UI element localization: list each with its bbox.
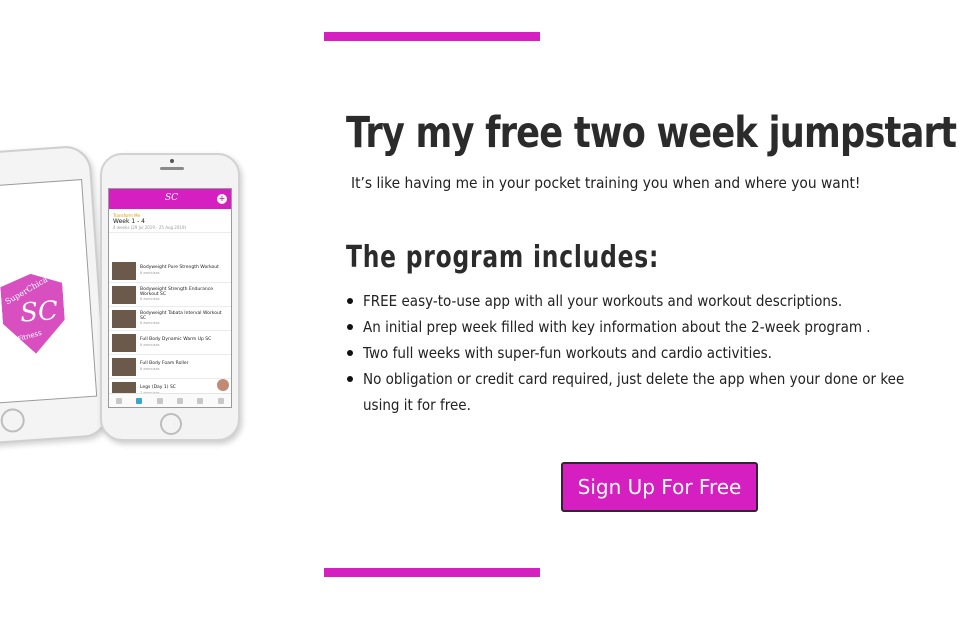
back-phone-home-button: [0, 407, 26, 434]
feature-text: No obligation or credit card required, j…: [363, 370, 905, 388]
workout-name: Bodyweight Strength Endurance Workout SC: [140, 286, 213, 297]
section-title: The program includes:: [346, 240, 660, 275]
camera-icon: [170, 159, 174, 163]
front-phone: SC + Transform Me Week 1 - 4 4 weeks (29…: [100, 153, 240, 441]
workout-sub: 8 exercises: [140, 366, 160, 371]
list-item: Bodyweight Pure Strength Workout 8 exerc…: [109, 259, 231, 283]
back-phone-screen: SuperChica SC Fitness: [0, 179, 98, 407]
tab-icon: [177, 397, 184, 404]
workout-sub: 8 exercises: [140, 321, 160, 326]
speaker-grille: [160, 167, 184, 170]
feature-text: An initial prep week filled with key inf…: [363, 318, 871, 336]
phone-mockup-image: SuperChica SC Fitness SC + Transform Me …: [0, 140, 250, 460]
app-header: SC +: [109, 189, 231, 209]
workout-list: Bodyweight Pure Strength Workout 8 exerc…: [109, 259, 231, 403]
app-screen: SC + Transform Me Week 1 - 4 4 weeks (29…: [108, 188, 232, 408]
workout-thumbnail: [112, 357, 136, 376]
program-week: Week 1 - 4: [113, 218, 145, 225]
workout-name: Bodyweight Tabata Interval Workout SC: [140, 310, 222, 321]
brand-shield-logo: SuperChica SC Fitness: [0, 272, 67, 356]
app-logo: SC: [165, 193, 179, 203]
brand-sub: Fitness: [17, 328, 43, 344]
front-phone-home-button: [160, 413, 182, 435]
sign-up-button[interactable]: Sign Up For Free: [561, 462, 758, 512]
tab-icon: [217, 397, 224, 404]
workout-thumbnail: [112, 333, 136, 352]
list-item: Bodyweight Tabata Interval Workout SC 8 …: [109, 307, 231, 331]
tab-icon: [156, 397, 163, 404]
list-item: An initial prep week filled with key inf…: [347, 314, 960, 340]
feature-text-continued: using it for free.: [363, 396, 471, 414]
page-title: Try my free two week jumpstart!: [346, 108, 960, 158]
feature-text: FREE easy-to-use app with all your worko…: [363, 292, 843, 310]
bottom-accent-divider: [324, 568, 540, 577]
tab-icon: [136, 397, 143, 404]
list-item: Full Body Foam Roller 8 exercises: [109, 355, 231, 379]
app-program-card: Transform Me Week 1 - 4 4 weeks (29 Jul …: [109, 209, 231, 233]
list-item: Two full weeks with super-fun workouts a…: [347, 340, 960, 366]
tab-icon: [116, 397, 123, 404]
tab-icon: [197, 397, 204, 404]
workout-thumbnail: [112, 309, 136, 328]
program-dates: 4 weeks (29 Jul 2019 - 25 Aug 2019): [113, 225, 187, 230]
plus-icon: +: [217, 194, 227, 204]
feature-list: FREE easy-to-use app with all your worko…: [347, 288, 960, 418]
workout-thumbnail: [112, 261, 136, 280]
page-subtitle: It’s like having me in your pocket train…: [351, 174, 861, 192]
back-phone: SuperChica SC Fitness: [0, 144, 110, 448]
top-accent-divider: [324, 32, 540, 41]
workout-thumbnail: [112, 285, 136, 304]
list-item: Bodyweight Strength Endurance Workout SC…: [109, 283, 231, 307]
avatar: [217, 379, 229, 391]
workout-sub: 8 exercises: [140, 342, 160, 347]
brand-mark: SC: [19, 296, 59, 329]
list-item: FREE easy-to-use app with all your worko…: [347, 288, 960, 314]
app-tab-bar: [109, 393, 231, 407]
list-item: No obligation or credit card required, j…: [347, 366, 960, 418]
feature-text: Two full weeks with super-fun workouts a…: [363, 344, 772, 362]
workout-sub: 8 exercises: [140, 297, 160, 302]
list-item: Full Body Dynamic Warm Up SC 8 exercises: [109, 331, 231, 355]
workout-sub: 8 exercises: [140, 270, 160, 275]
